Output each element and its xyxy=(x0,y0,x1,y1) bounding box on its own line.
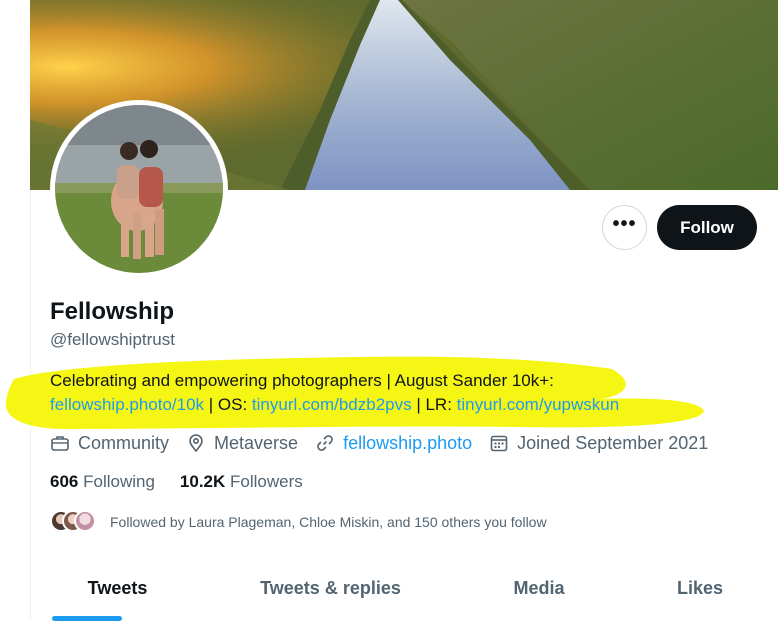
meta-joined-label: Joined September 2021 xyxy=(517,432,709,453)
profile-stats: 606 Following 10.2K Followers xyxy=(50,472,328,492)
profile-page: ••• Follow Fellowship @fellowshiptrust C… xyxy=(0,0,781,621)
meta-location-label: Metaverse xyxy=(214,432,299,453)
bio-separator-lr: | LR: xyxy=(411,395,457,414)
bio-link-lr[interactable]: tinyurl.com/yupwskun xyxy=(457,395,620,414)
meta-joined: Joined September 2021 xyxy=(489,433,708,454)
meta-website[interactable]: fellowship.photo xyxy=(315,433,472,454)
bio-link-10k[interactable]: fellowship.photo/10k xyxy=(50,395,204,414)
followers-count: 10.2K xyxy=(179,472,226,491)
more-dots-icon: ••• xyxy=(612,212,637,235)
profile-avatar[interactable] xyxy=(50,100,228,278)
followed-by-text: Followed by Laura Plageman, Chloe Miskin… xyxy=(110,514,547,530)
profile-tabs: Tweets Tweets & replies Media Likes xyxy=(30,560,778,621)
briefcase-icon xyxy=(50,433,70,453)
following-stat[interactable]: 606 Following xyxy=(50,472,155,492)
meta-category-label: Community xyxy=(78,432,170,453)
follower-avatar xyxy=(74,510,96,532)
meta-location: Metaverse xyxy=(186,433,298,454)
calendar-icon xyxy=(489,433,509,453)
facepile xyxy=(50,510,100,534)
following-label: Following xyxy=(83,472,155,491)
tab-tweets-and-replies[interactable]: Tweets & replies xyxy=(205,560,456,621)
profile-meta-row: Community Metaverse fellowship.photo Joi… xyxy=(50,431,708,455)
bio-line-1: Celebrating and empowering photographers… xyxy=(50,371,554,390)
bio-link-os[interactable]: tinyurl.com/bdzb2pvs xyxy=(252,395,412,414)
active-tab-indicator xyxy=(52,616,122,621)
tab-tweets[interactable]: Tweets xyxy=(30,560,205,621)
followed-by-row[interactable]: Followed by Laura Plageman, Chloe Miskin… xyxy=(50,510,547,534)
bio-separator-os: | OS: xyxy=(204,395,252,414)
following-count: 606 xyxy=(50,472,79,491)
followers-label: Followers xyxy=(230,472,303,491)
link-icon xyxy=(315,433,335,453)
more-options-button[interactable]: ••• xyxy=(602,205,647,250)
tab-media[interactable]: Media xyxy=(456,560,622,621)
profile-bio: Celebrating and empowering photographers… xyxy=(50,369,750,417)
avatar-photo-image xyxy=(55,105,223,273)
location-pin-icon xyxy=(186,433,206,453)
bio-line-2: fellowship.photo/10k | OS: tinyurl.com/b… xyxy=(50,393,750,417)
follow-button[interactable]: Follow xyxy=(657,205,757,250)
tab-likes[interactable]: Likes xyxy=(622,560,778,621)
meta-category: Community xyxy=(50,433,169,454)
followers-stat[interactable]: 10.2K Followers xyxy=(180,472,303,492)
profile-display-name: Fellowship xyxy=(50,298,175,325)
meta-website-link[interactable]: fellowship.photo xyxy=(343,433,472,454)
